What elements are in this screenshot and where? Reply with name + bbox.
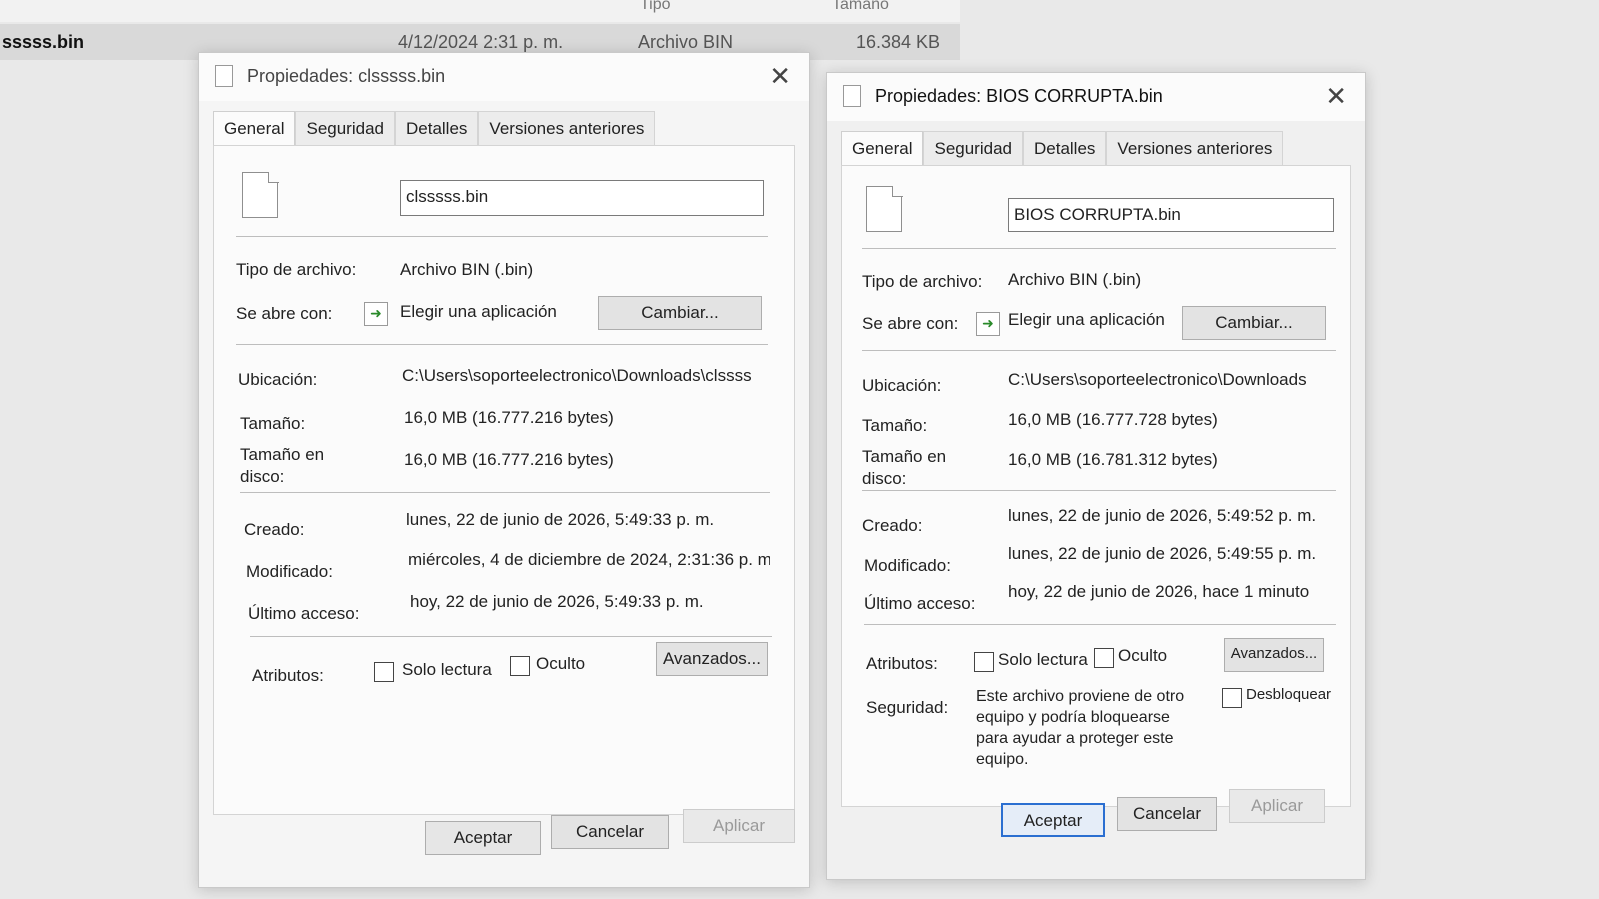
cancelar-button[interactable]: Cancelar (1117, 797, 1217, 831)
desbloquear-label: Desbloquear (1246, 686, 1332, 703)
label-acceso: Último acceso: (864, 594, 976, 613)
value-acceso: hoy, 22 de junio de 2026, hace 1 minuto (1008, 582, 1310, 601)
label-ubicacion: Ubicación: (862, 376, 942, 395)
titlebar[interactable]: Propiedades: BIOS CORRUPTA.bin ✕ (827, 73, 1365, 121)
label-creado: Creado: (862, 516, 923, 535)
general-panel: BIOS CORRUPTA.bin Tipo de archivo: Archi… (841, 165, 1351, 807)
oculto-label: Oculto (1118, 646, 1168, 665)
label-tipo: Tipo de archivo: (862, 272, 983, 291)
solo-lectura-checkbox[interactable] (974, 652, 994, 672)
label-tamano-disco: Tamaño en disco: (862, 447, 947, 488)
tab-seguridad[interactable]: Seguridad (295, 111, 395, 145)
document-icon (843, 85, 861, 107)
aceptar-button[interactable]: Aceptar (1001, 803, 1105, 837)
label-atributos: Atributos: (866, 654, 938, 673)
value-ubicacion: C:\Users\soporteelectronico\Downloads\cl… (402, 366, 752, 385)
aplicar-button[interactable]: Aplicar (683, 809, 795, 843)
tab-bar: General Seguridad Detalles Versiones ant… (213, 111, 656, 145)
value-tamano-disco: 16,0 MB (16.781.312 bytes) (1008, 450, 1218, 469)
oculto-checkbox[interactable] (510, 656, 530, 676)
tab-seguridad[interactable]: Seguridad (923, 131, 1023, 165)
file-icon (866, 185, 903, 232)
value-modificado: miércoles, 4 de diciembre de 2024, 2:31:… (408, 550, 770, 569)
separator (236, 344, 768, 345)
value-tipo: Archivo BIN (.bin) (400, 260, 534, 279)
file-type: Archivo BIN (638, 32, 734, 52)
properties-dialog-bios-corrupta: Propiedades: BIOS CORRUPTA.bin ✕ General… (826, 72, 1366, 880)
dialog-title: Propiedades: clsssss.bin (247, 66, 446, 86)
dialog-title: Propiedades: BIOS CORRUPTA.bin (875, 86, 1163, 106)
tab-detalles[interactable]: Detalles (395, 111, 479, 145)
cambiar-button[interactable]: Cambiar... (1182, 306, 1326, 340)
value-acceso: hoy, 22 de junio de 2026, 5:49:33 p. m. (410, 592, 704, 611)
label-acceso: Último acceso: (248, 604, 360, 623)
tab-general[interactable]: General (841, 131, 924, 165)
tab-versiones-anteriores[interactable]: Versiones anteriores (478, 111, 656, 145)
properties-dialog-clsssss: Propiedades: clsssss.bin ✕ General Segur… (198, 52, 810, 888)
cancelar-button[interactable]: Cancelar (551, 815, 669, 849)
separator (250, 636, 772, 637)
cambiar-button[interactable]: Cambiar... (598, 296, 762, 330)
separator (862, 350, 1336, 351)
column-type[interactable]: Tipo (640, 0, 671, 14)
label-atributos: Atributos: (252, 666, 324, 685)
value-creado: lunes, 22 de junio de 2026, 5:49:52 p. m… (1008, 506, 1317, 525)
desbloquear-checkbox[interactable] (1222, 688, 1242, 708)
aplicar-button[interactable]: Aplicar (1229, 789, 1325, 823)
value-tamano: 16,0 MB (16.777.216 bytes) (404, 408, 614, 427)
tab-versiones-anteriores[interactable]: Versiones anteriores (1106, 131, 1284, 165)
separator (864, 624, 1336, 625)
aceptar-button[interactable]: Aceptar (425, 821, 541, 855)
file-size: 16.384 KB (856, 32, 941, 52)
file-name: sssss.bin (2, 32, 85, 52)
avanzados-button[interactable]: Avanzados... (656, 642, 768, 676)
label-ubicacion: Ubicación: (238, 370, 318, 389)
label-seguridad: Seguridad: (866, 698, 949, 717)
value-modificado: lunes, 22 de junio de 2026, 5:49:55 p. m… (1008, 544, 1317, 563)
separator (862, 248, 1336, 249)
document-icon (215, 65, 233, 87)
titlebar[interactable]: Propiedades: clsssss.bin ✕ (199, 53, 809, 101)
value-tamano: 16,0 MB (16.777.728 bytes) (1008, 410, 1218, 429)
filename-input[interactable]: BIOS CORRUPTA.bin (1008, 198, 1334, 232)
label-tamano-disco: Tamaño en disco: (240, 445, 325, 486)
app-icon: ➜ (364, 302, 388, 326)
label-modificado: Modificado: (246, 562, 333, 581)
column-size[interactable]: Tamaño (832, 0, 889, 14)
label-tamano: Tamaño: (862, 416, 928, 435)
solo-lectura-label: Solo lectura (402, 660, 492, 679)
separator (240, 492, 770, 493)
separator (236, 236, 768, 237)
tab-detalles[interactable]: Detalles (1023, 131, 1107, 165)
label-abre: Se abre con: (236, 304, 333, 323)
security-warning-text: Este archivo proviene de otro equipo y p… (976, 688, 1185, 768)
label-tamano: Tamaño: (240, 414, 306, 433)
separator (862, 490, 1336, 491)
close-icon[interactable]: ✕ (1325, 81, 1347, 112)
file-date: 4/12/2024 2:31 p. m. (398, 32, 564, 52)
label-creado: Creado: (244, 520, 305, 539)
app-icon: ➜ (976, 312, 1000, 336)
tab-general[interactable]: General (213, 111, 296, 145)
general-panel: clsssss.bin Tipo de archivo: Archivo BIN… (213, 145, 795, 815)
explorer-column-header: Tipo Tamaño (0, 0, 960, 22)
tab-bar: General Seguridad Detalles Versiones ant… (841, 131, 1284, 165)
value-abre: Elegir una aplicación (1008, 310, 1165, 329)
oculto-checkbox[interactable] (1094, 648, 1114, 668)
label-abre: Se abre con: (862, 314, 959, 333)
oculto-label: Oculto (536, 654, 586, 673)
value-tipo: Archivo BIN (.bin) (1008, 270, 1142, 289)
close-icon[interactable]: ✕ (769, 61, 791, 92)
value-ubicacion: C:\Users\soporteelectronico\Downloads (1008, 370, 1307, 389)
solo-lectura-label: Solo lectura (998, 650, 1088, 669)
solo-lectura-checkbox[interactable] (374, 662, 394, 682)
label-modificado: Modificado: (864, 556, 951, 575)
value-tamano-disco: 16,0 MB (16.777.216 bytes) (404, 450, 614, 469)
value-abre: Elegir una aplicación (400, 302, 557, 321)
avanzados-button[interactable]: Avanzados... (1224, 638, 1324, 672)
file-icon (242, 171, 279, 218)
filename-input[interactable]: clsssss.bin (400, 180, 764, 216)
value-creado: lunes, 22 de junio de 2026, 5:49:33 p. m… (406, 510, 715, 529)
label-tipo: Tipo de archivo: (236, 260, 357, 279)
